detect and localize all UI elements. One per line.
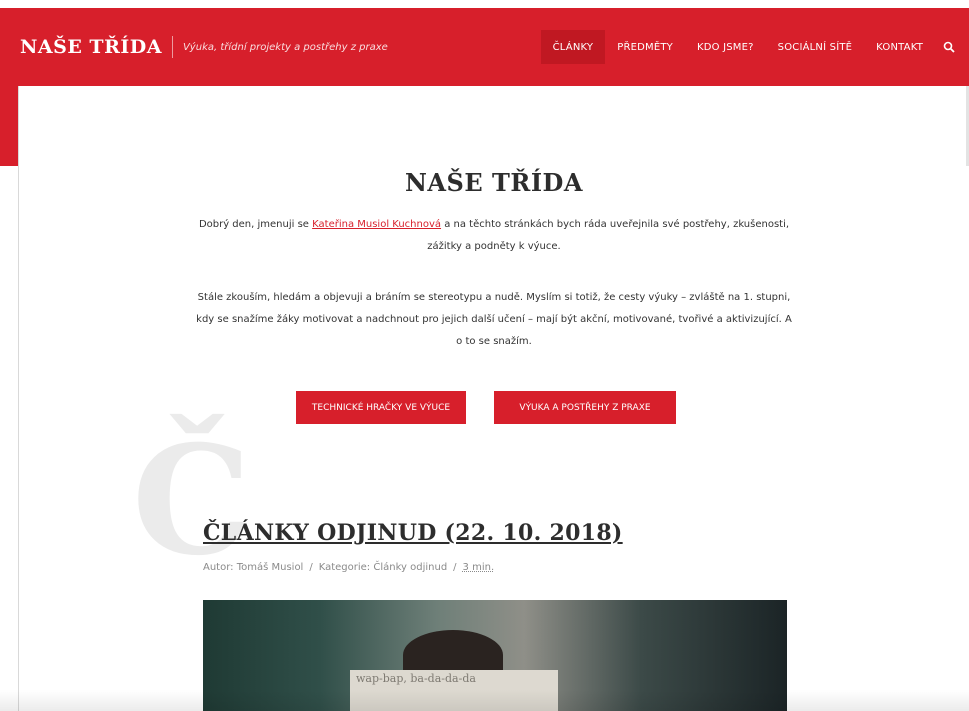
main-nav: ČLÁNKY PŘEDMĚTY KDO JSME? SOCIÁLNÍ SÍTĚ …: [540, 8, 969, 86]
author-link[interactable]: Kateřina Musiol Kuchnová: [312, 219, 441, 230]
meta-separator: /: [309, 562, 313, 573]
article-category[interactable]: Kategorie: Články odjinud: [319, 562, 447, 573]
search-icon[interactable]: [935, 30, 969, 64]
bottom-shadow: [0, 690, 969, 711]
intro-paragraph-2: Stále zkouším, hledám a objevuji a brání…: [196, 292, 792, 347]
left-accent-bar: [0, 86, 18, 166]
intro-text-after: a na těchto stránkách bych ráda uveřejni…: [427, 219, 790, 252]
site-header: NAŠE TŘÍDA Výuka, třídní projekty a post…: [0, 8, 969, 86]
nav-item-clanky[interactable]: ČLÁNKY: [540, 30, 606, 64]
nav-item-kdo-jsme[interactable]: KDO JSME?: [685, 30, 766, 64]
newspaper-text: wap-bap, ba-da-da-da: [356, 672, 476, 685]
site-tagline: Výuka, třídní projekty a postřehy z prax…: [182, 41, 388, 53]
nav-item-predmety[interactable]: PŘEDMĚTY: [605, 30, 685, 64]
site-logo[interactable]: NAŠE TŘÍDA: [20, 36, 162, 58]
article-author: Autor: Tomáš Musiol: [203, 562, 304, 573]
brand: NAŠE TŘÍDA Výuka, třídní projekty a post…: [20, 8, 388, 86]
meta-separator: /: [453, 562, 457, 573]
top-frame: [0, 0, 969, 8]
nav-item-kontakt[interactable]: KONTAKT: [864, 30, 935, 64]
intro-text-before: Dobrý den, jmenuji se: [198, 219, 313, 230]
page-title: NAŠE TŘÍDA: [404, 168, 583, 197]
intro-paragraph-1: Dobrý den, jmenuji se Kateřina Musiol Ku…: [194, 214, 794, 258]
read-time: 3 min.: [462, 562, 495, 573]
section-letter: Č: [132, 413, 252, 589]
article-meta: Autor: Tomáš Musiol / Kategorie: Články od…: [203, 562, 494, 573]
main-content: NAŠE TŘÍDA Dobrý den, jmenuji se Kateřin…: [19, 86, 969, 711]
teaching-insights-button[interactable]: VÝUKA A POSTŘEHY Z PRAXE: [494, 391, 676, 424]
technical-toys-button[interactable]: TECHNICKÉ HRAČKY VE VÝUCE: [296, 391, 466, 424]
brand-divider: [171, 36, 173, 58]
nav-item-socialni-site[interactable]: SOCIÁLNÍ SÍTĚ: [766, 30, 865, 64]
article-title[interactable]: ČLÁNKY ODJINUD (22. 10. 2018): [203, 520, 623, 546]
